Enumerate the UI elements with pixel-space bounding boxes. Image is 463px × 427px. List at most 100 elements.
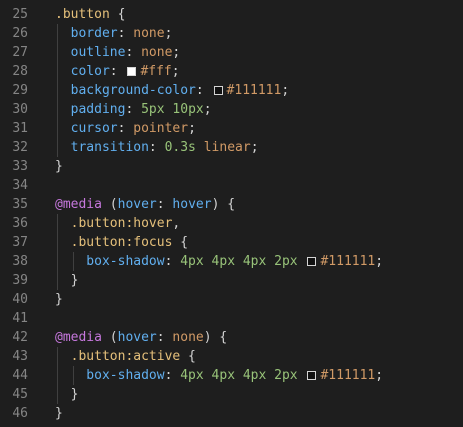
- code-line[interactable]: 40}: [0, 290, 463, 309]
- code-token: #fff: [140, 64, 172, 79]
- color-swatch[interactable]: [213, 86, 223, 95]
- code-token: ) {: [203, 330, 228, 345]
- line-number: 34: [12, 178, 28, 193]
- code-token: hover: [117, 330, 157, 345]
- code-line[interactable]: 41: [0, 309, 463, 328]
- code-token: none: [133, 26, 165, 41]
- line-number: 45: [12, 387, 28, 402]
- code-line[interactable]: 46}: [0, 404, 463, 423]
- color-swatch[interactable]: [307, 257, 317, 266]
- code-token: box-shadow: [55, 368, 165, 383]
- code-token: :: [164, 368, 181, 383]
- code-token: ,: [172, 216, 181, 231]
- code-text: }: [55, 404, 63, 423]
- code-token: :: [156, 197, 173, 212]
- code-line[interactable]: 31 cursor: pointer;: [0, 119, 463, 138]
- code-token: .button: [55, 7, 110, 22]
- code-token: }: [55, 159, 63, 174]
- code-token: transition: [55, 140, 149, 155]
- line-number: 27: [12, 45, 28, 60]
- code-token: ;: [281, 83, 290, 98]
- code-text: .button {: [55, 5, 125, 24]
- code-token: :: [117, 26, 134, 41]
- code-token: none: [172, 330, 204, 345]
- code-text: }: [55, 385, 79, 404]
- code-token: cursor: [55, 121, 118, 136]
- code-line[interactable]: 34: [0, 176, 463, 195]
- code-line[interactable]: 27 outline: none;: [0, 43, 463, 62]
- color-swatch[interactable]: [307, 371, 317, 380]
- code-text: }: [55, 157, 63, 176]
- code-token: border: [55, 26, 118, 41]
- code-text: outline: none;: [55, 43, 181, 62]
- code-text: .button:active {: [55, 347, 196, 366]
- color-swatch[interactable]: [127, 67, 137, 76]
- code-token: ;: [250, 140, 259, 155]
- code-line[interactable]: 43 .button:active {: [0, 347, 463, 366]
- code-text: .button:focus {: [55, 233, 188, 252]
- code-token: #111111: [320, 368, 376, 383]
- code-token: 4px 4px 4px 2px: [180, 368, 298, 383]
- code-text: }: [55, 271, 79, 290]
- code-token: .button:focus: [55, 235, 173, 250]
- code-token: hover: [172, 197, 212, 212]
- code-token: ;: [164, 26, 173, 41]
- code-line[interactable]: 32 transition: 0.3s linear;: [0, 138, 463, 157]
- line-number: 30: [12, 102, 28, 117]
- code-line[interactable]: 35 @media (hover: hover) {: [0, 195, 463, 214]
- line-number: 29: [12, 83, 28, 98]
- code-token: none: [141, 45, 173, 60]
- code-line[interactable]: 44 box-shadow: 4px 4px 4px 2px #111111;: [0, 366, 463, 385]
- code-token: ;: [172, 45, 181, 60]
- code-token: :: [117, 121, 134, 136]
- line-number: 25: [12, 7, 28, 22]
- code-token: @media: [55, 330, 102, 345]
- code-token: #111111: [320, 254, 376, 269]
- code-line[interactable]: 42 @media (hover: none) {: [0, 328, 463, 347]
- code-token: @media: [55, 197, 102, 212]
- code-line[interactable]: 33}: [0, 157, 463, 176]
- code-token: .button:hover: [55, 216, 173, 231]
- code-text: transition: 0.3s linear;: [55, 138, 259, 157]
- line-number: 43: [12, 349, 28, 364]
- code-text: color: #fff;: [55, 62, 180, 81]
- code-token: ;: [171, 64, 180, 79]
- code-line[interactable]: 30 padding: 5px 10px;: [0, 100, 463, 119]
- code-token: }: [55, 292, 63, 307]
- code-line[interactable]: 45 }: [0, 385, 463, 404]
- code-line[interactable]: 28 color: #fff;: [0, 62, 463, 81]
- code-editor[interactable]: 25 .button {26 border: none; 27 outline: n…: [0, 0, 463, 427]
- code-token: color: [55, 64, 110, 79]
- code-token: 0.3s: [164, 140, 196, 155]
- code-token: }: [55, 406, 63, 421]
- code-text: box-shadow: 4px 4px 4px 2px #111111;: [55, 252, 383, 271]
- code-line[interactable]: 26 border: none;: [0, 24, 463, 43]
- code-token: (: [101, 197, 118, 212]
- code-text: @media (hover: none) {: [55, 328, 227, 347]
- code-line[interactable]: 37 .button:focus {: [0, 233, 463, 252]
- code-token: :: [125, 45, 142, 60]
- code-token: {: [180, 349, 196, 364]
- code-token: linear: [203, 140, 251, 155]
- code-line[interactable]: 25 .button {: [0, 5, 463, 24]
- line-number: 31: [12, 121, 28, 136]
- code-token: 5px 10px: [141, 102, 204, 117]
- code-text: box-shadow: 4px 4px 4px 2px #111111;: [55, 366, 383, 385]
- code-token: box-shadow: [55, 254, 165, 269]
- code-line[interactable]: 39 }: [0, 271, 463, 290]
- code-token: .button:active: [55, 349, 181, 364]
- code-line[interactable]: 36 .button:hover,: [0, 214, 463, 233]
- line-number: 33: [12, 159, 28, 174]
- code-token: ;: [188, 121, 196, 136]
- code-token: ;: [203, 102, 212, 117]
- code-token: hover: [117, 197, 157, 212]
- line-number: 28: [12, 64, 28, 79]
- code-token: 4px 4px 4px 2px: [180, 254, 298, 269]
- code-line[interactable]: 29 background-color: #111111;: [0, 81, 463, 100]
- code-token: #111111: [226, 83, 282, 98]
- code-token: :: [195, 83, 212, 98]
- code-line[interactable]: 38 box-shadow: 4px 4px 4px 2px #111111;: [0, 252, 463, 271]
- code-token: (: [101, 330, 118, 345]
- line-number: 35: [12, 197, 28, 212]
